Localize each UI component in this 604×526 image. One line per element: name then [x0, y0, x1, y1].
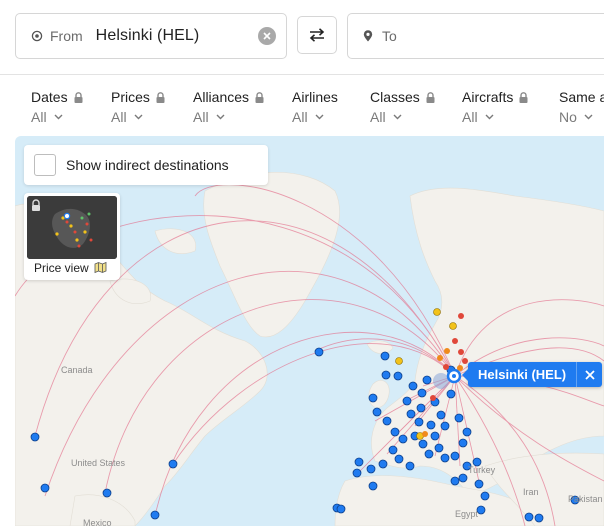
filter-title: Classes — [370, 89, 420, 105]
lock-icon — [426, 91, 435, 103]
chevron-down-icon — [393, 114, 402, 120]
lock-icon — [156, 91, 165, 103]
lock-icon — [74, 91, 83, 103]
filter-aircrafts[interactable]: Aircrafts All — [462, 89, 528, 125]
to-field[interactable]: To — [347, 13, 604, 59]
price-view-label: Price view — [34, 261, 89, 275]
map-fold-icon — [94, 261, 107, 274]
filter-title: Airlines — [292, 89, 338, 105]
filter-title: Same a — [559, 89, 604, 105]
label-canada: Canada — [61, 365, 93, 375]
lock-icon — [255, 91, 264, 103]
label-egypt: Egypt — [455, 509, 479, 519]
filter-classes[interactable]: Classes All — [370, 89, 435, 125]
filter-title: Dates — [31, 89, 68, 105]
chevron-down-icon — [216, 114, 225, 120]
price-view-card[interactable]: Price view — [24, 193, 120, 280]
chevron-down-icon — [134, 114, 143, 120]
close-tag-button[interactable] — [576, 362, 602, 387]
location-pin-icon — [363, 30, 373, 42]
filter-dates[interactable]: Dates All — [31, 89, 83, 125]
from-value[interactable]: Helsinki (HEL) — [96, 27, 200, 45]
filter-bar: Dates All Prices All Alliances All Airli… — [0, 80, 604, 132]
selected-airport-label: Helsinki (HEL) — [478, 367, 567, 382]
swap-button[interactable] — [297, 16, 337, 54]
indirect-checkbox[interactable] — [34, 154, 56, 176]
label-mexico: Mexico — [83, 518, 112, 526]
swap-arrows-icon — [309, 28, 325, 42]
filter-value: All — [370, 109, 386, 125]
lock-icon — [519, 91, 528, 103]
filter-title: Prices — [111, 89, 150, 105]
chevron-down-icon — [54, 114, 63, 120]
from-prefix: From — [50, 28, 83, 44]
clear-from-button[interactable] — [258, 27, 276, 45]
filter-airlines[interactable]: Airlines All — [292, 89, 338, 125]
filter-same-airport[interactable]: Same a No — [559, 89, 604, 125]
filter-value: No — [559, 109, 577, 125]
chevron-down-icon — [584, 114, 593, 120]
origin-radio-icon — [31, 30, 43, 42]
label-turkey: Turkey — [468, 465, 496, 475]
from-field[interactable]: From Helsinki (HEL) — [15, 13, 287, 59]
label-united-states: United States — [71, 458, 126, 468]
filter-alliances[interactable]: Alliances All — [193, 89, 264, 125]
price-view-thumbnail — [27, 196, 117, 259]
label-iran: Iran — [523, 487, 539, 497]
filter-value: All — [31, 109, 47, 125]
search-row: From Helsinki (HEL) To — [0, 0, 604, 74]
label-pakistan: Pakistan — [568, 494, 603, 504]
indirect-label: Show indirect destinations — [66, 157, 229, 173]
filter-value: All — [193, 109, 209, 125]
filter-title: Alliances — [193, 89, 250, 105]
header-divider — [0, 74, 604, 75]
filter-value: All — [292, 109, 308, 125]
filter-prices[interactable]: Prices All — [111, 89, 165, 125]
chevron-down-icon — [485, 114, 494, 120]
to-placeholder: To — [382, 28, 397, 44]
indirect-destinations-toggle[interactable]: Show indirect destinations — [24, 145, 268, 185]
filter-value: All — [462, 109, 478, 125]
close-icon — [584, 369, 595, 380]
close-icon — [263, 32, 271, 40]
chevron-down-icon — [315, 114, 324, 120]
selected-airport-tag[interactable]: Helsinki (HEL) — [461, 362, 603, 387]
filter-value: All — [111, 109, 127, 125]
filter-title: Aircrafts — [462, 89, 514, 105]
